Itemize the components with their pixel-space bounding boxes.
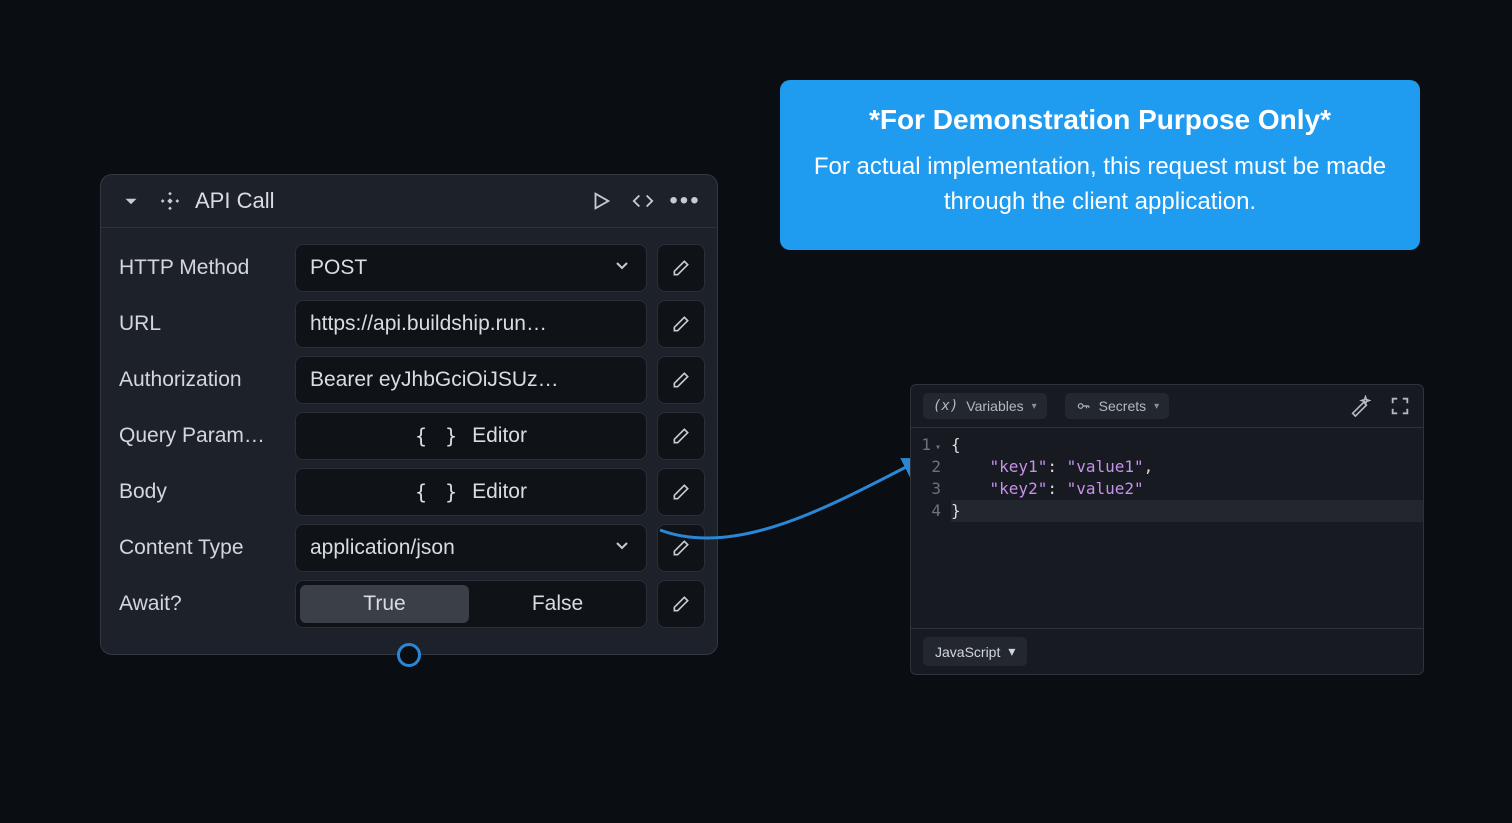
secrets-dropdown[interactable]: Secrets ▾ <box>1065 393 1170 419</box>
url-value: https://api.buildship.run… <box>310 312 547 336</box>
http-method-value: POST <box>310 256 367 280</box>
edit-button[interactable] <box>657 580 705 628</box>
editor-footer: JavaScript ▾ <box>911 628 1423 674</box>
chevron-down-icon: ▾ <box>1032 401 1037 412</box>
content-type-select[interactable]: application/json <box>295 524 647 572</box>
row-http-method: HTTP Method POST <box>113 244 705 292</box>
magic-wand-icon[interactable] <box>1349 395 1371 417</box>
edit-button[interactable] <box>657 244 705 292</box>
language-dropdown[interactable]: JavaScript ▾ <box>923 637 1027 666</box>
row-body: Body { } Editor <box>113 468 705 516</box>
callout-body: For actual implementation, this request … <box>810 150 1390 220</box>
await-toggle[interactable]: True False <box>295 580 647 628</box>
panel-title: API Call <box>195 188 573 214</box>
chevron-down-icon <box>612 255 632 281</box>
content-type-value: application/json <box>310 536 455 560</box>
chevron-down-icon <box>612 535 632 561</box>
edit-button[interactable] <box>657 412 705 460</box>
chevron-down-icon: ▾ <box>1154 401 1159 412</box>
row-authorization: Authorization Bearer eyJhbGciOiJSUz… <box>113 356 705 404</box>
variables-label: Variables <box>966 398 1023 414</box>
code-editor-body[interactable]: 1▾234 { "key1": "value1", "key2": "value… <box>911 428 1423 628</box>
language-label: JavaScript <box>935 644 1000 660</box>
variables-dropdown[interactable]: (x) Variables ▾ <box>923 393 1047 419</box>
line-number: 1▾ <box>911 434 941 456</box>
drag-handle-icon[interactable] <box>159 190 181 212</box>
secrets-label: Secrets <box>1099 398 1146 414</box>
edit-button[interactable] <box>657 524 705 572</box>
body-editor[interactable]: { } Editor <box>295 468 647 516</box>
edit-button[interactable] <box>657 300 705 348</box>
add-node-handle[interactable] <box>397 643 421 667</box>
field-label: Body <box>113 480 285 504</box>
line-number: 3 <box>911 478 941 500</box>
code-content[interactable]: { "key1": "value1", "key2": "value2"} <box>951 434 1423 608</box>
line-gutter: 1▾234 <box>911 434 951 608</box>
callout-title: *For Demonstration Purpose Only* <box>810 104 1390 136</box>
fullscreen-icon[interactable] <box>1389 395 1411 417</box>
row-query-params: Query Param… { } Editor <box>113 412 705 460</box>
field-label: Authorization <box>113 368 285 392</box>
authorization-input[interactable]: Bearer eyJhbGciOiJSUz… <box>295 356 647 404</box>
code-icon[interactable] <box>629 187 657 215</box>
code-line: "key2": "value2" <box>951 478 1423 500</box>
code-line: "key1": "value1", <box>951 456 1423 478</box>
field-label: Content Type <box>113 536 285 560</box>
await-false-option[interactable]: False <box>473 585 642 623</box>
collapse-icon[interactable] <box>117 187 145 215</box>
api-call-panel: API Call ••• HTTP Method POST URL <box>100 174 718 655</box>
code-editor-panel: (x) Variables ▾ Secrets ▾ 1▾234 { "key1"… <box>910 384 1424 675</box>
braces-icon: { } <box>415 424 460 448</box>
line-number: 2 <box>911 456 941 478</box>
query-params-value: Editor <box>472 424 527 448</box>
demo-callout: *For Demonstration Purpose Only* For act… <box>780 80 1420 250</box>
row-content-type: Content Type application/json <box>113 524 705 572</box>
braces-icon: { } <box>415 480 460 504</box>
run-icon[interactable] <box>587 187 615 215</box>
await-true-option[interactable]: True <box>300 585 469 623</box>
row-await: Await? True False <box>113 580 705 628</box>
field-label: URL <box>113 312 285 336</box>
body-value: Editor <box>472 480 527 504</box>
field-label: Query Param… <box>113 424 285 448</box>
http-method-select[interactable]: POST <box>295 244 647 292</box>
chevron-down-icon: ▾ <box>1008 643 1015 660</box>
edit-button[interactable] <box>657 356 705 404</box>
panel-body: HTTP Method POST URL https://api.buildsh… <box>101 227 717 654</box>
more-icon[interactable]: ••• <box>671 187 699 215</box>
row-url: URL https://api.buildship.run… <box>113 300 705 348</box>
authorization-value: Bearer eyJhbGciOiJSUz… <box>310 368 559 392</box>
url-input[interactable]: https://api.buildship.run… <box>295 300 647 348</box>
editor-toolbar: (x) Variables ▾ Secrets ▾ <box>911 385 1423 428</box>
panel-header: API Call ••• <box>101 175 717 227</box>
code-line: } <box>951 500 1423 522</box>
field-label: HTTP Method <box>113 256 285 280</box>
field-label: Await? <box>113 592 285 616</box>
line-number: 4 <box>911 500 941 522</box>
query-params-editor[interactable]: { } Editor <box>295 412 647 460</box>
code-line: { <box>951 434 1423 456</box>
edit-button[interactable] <box>657 468 705 516</box>
